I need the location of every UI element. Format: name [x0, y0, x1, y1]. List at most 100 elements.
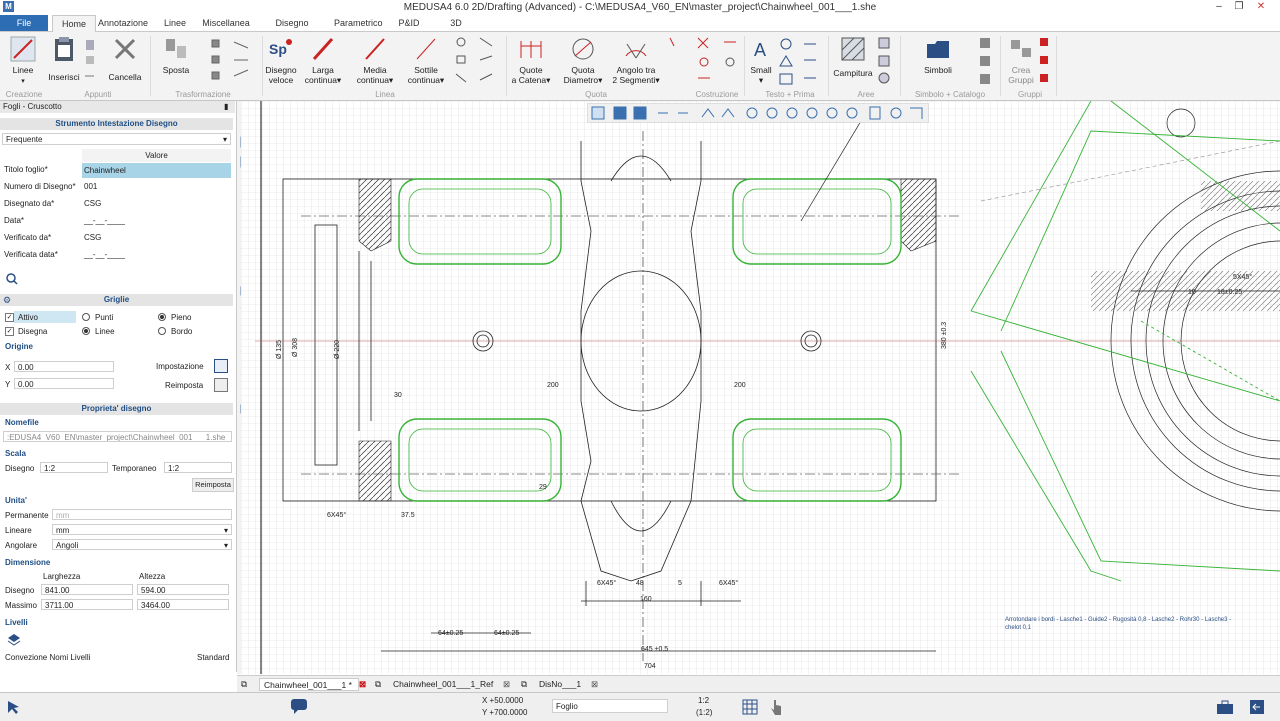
- field-value-highlight[interactable]: Chainwheel: [82, 163, 231, 178]
- pieno-radio[interactable]: [158, 313, 166, 321]
- campitura-button[interactable]: Campitura: [830, 34, 876, 78]
- scale-reset-button[interactable]: Reimposta: [192, 478, 234, 492]
- field-value[interactable]: 001: [84, 182, 97, 191]
- attivo-checkbox[interactable]: ✓: [5, 313, 14, 322]
- media-continua-button[interactable]: Media continua▾: [352, 34, 398, 85]
- geometry-tools-icons[interactable]: [452, 36, 502, 86]
- area-tools-icons[interactable]: [876, 36, 896, 86]
- tab-disno[interactable]: DisNo___1: [539, 678, 581, 691]
- drawing-width-input[interactable]: 841.00: [41, 584, 133, 595]
- punti-radio[interactable]: [82, 313, 90, 321]
- construction-tools-icons[interactable]: [664, 36, 744, 86]
- search-icon[interactable]: [6, 273, 18, 285]
- close-tab-icon[interactable]: ⊠: [503, 678, 510, 691]
- angular-units-dropdown[interactable]: Angoli ▾: [52, 539, 232, 550]
- catalog-tools-icons[interactable]: [976, 36, 998, 86]
- tab-home[interactable]: Home: [52, 15, 96, 32]
- close-window-button[interactable]: ✕: [1252, 0, 1270, 14]
- dim-label: 704: [644, 663, 656, 670]
- drawing-canvas[interactable]: 200 200 160 6X45° 48 5 6X45° 645 ±0.5 70…: [241, 101, 1280, 674]
- sottile-continua-button[interactable]: Sottile continua▾: [404, 34, 448, 85]
- frequency-dropdown-value: Frequente: [6, 135, 43, 144]
- tab-file[interactable]: File: [0, 15, 48, 31]
- massimo-label: Massimo: [5, 601, 38, 610]
- max-height-input[interactable]: 3464.00: [137, 599, 229, 610]
- layers-icon[interactable]: [7, 633, 21, 647]
- sposta-button[interactable]: Sposta: [156, 34, 196, 75]
- linee-button[interactable]: Linee ▾: [6, 34, 40, 87]
- group-label-appunti: Appunti: [84, 90, 112, 99]
- drawing-svg[interactable]: 200 200 160 6X45° 48 5 6X45° 645 ±0.5 70…: [241, 101, 1280, 674]
- angolo-button[interactable]: Angolo tra 2 Segmenti▾: [612, 34, 660, 85]
- tab-chainwheel[interactable]: Chainwheel_001___1 *: [259, 678, 359, 691]
- tab-disegno-meccanico[interactable]: Disegno Meccanico: [254, 15, 330, 44]
- tab-annotazione[interactable]: Annotazione: [97, 15, 149, 31]
- quote-a-catena-button[interactable]: Quote a Catena▾: [510, 34, 552, 85]
- grid-snap-icon[interactable]: [742, 699, 758, 715]
- grids-header[interactable]: Griglie: [0, 294, 233, 306]
- linee-label: Linee: [95, 327, 115, 336]
- text-tools-icons[interactable]: [776, 36, 826, 86]
- dim-label: 18±0.25: [1217, 289, 1242, 296]
- title-tool-header[interactable]: Strumento Intestazione Disegno: [0, 118, 233, 130]
- copy-cut-icons[interactable]: [84, 40, 96, 82]
- drawing-properties-header[interactable]: Proprieta' disegno: [0, 403, 233, 415]
- field-value[interactable]: __-__-____: [84, 216, 125, 225]
- quote-catena-label-2: a Catena: [511, 75, 547, 85]
- dim-label: 645 ±0.5: [641, 646, 668, 653]
- field-value[interactable]: __-__-____: [84, 250, 125, 259]
- disegno-veloce-button[interactable]: Sp Disegno veloce: [264, 34, 298, 85]
- exit-panel-icon[interactable]: [1248, 698, 1266, 716]
- origin-y-input[interactable]: 0.00: [14, 378, 114, 389]
- toolbox-icon[interactable]: [1216, 699, 1234, 715]
- close-tab-icon[interactable]: ⊠: [359, 678, 366, 691]
- tab-3d[interactable]: 3D: [444, 15, 468, 31]
- simboli-button[interactable]: Simboli: [914, 34, 962, 75]
- origin-x-input[interactable]: 0.00: [14, 361, 114, 372]
- linee-radio[interactable]: [82, 327, 90, 335]
- close-tab-icon[interactable]: ⊠: [591, 678, 598, 691]
- maximize-button[interactable]: ❐: [1230, 0, 1248, 14]
- linear-units-dropdown[interactable]: mm ▾: [52, 524, 232, 535]
- small-text-button[interactable]: A Small ▾: [746, 34, 776, 85]
- transform-tools-icons[interactable]: [208, 38, 262, 86]
- group-label-linea: Linea: [375, 90, 395, 99]
- disegno-veloce-label-1: Disegno: [265, 65, 297, 75]
- tab-linee[interactable]: Linee: [157, 15, 193, 31]
- max-width-input[interactable]: 3711.00: [41, 599, 133, 610]
- larga-continua-button[interactable]: Larga continua▾: [302, 34, 344, 85]
- field-value[interactable]: CSG: [84, 199, 101, 208]
- inserisci-button[interactable]: Inserisci: [46, 34, 82, 82]
- field-value[interactable]: CSG: [84, 233, 101, 242]
- chat-icon[interactable]: [290, 698, 308, 714]
- bordo-radio[interactable]: [158, 327, 166, 335]
- cursor-arrow-icon[interactable]: [6, 699, 22, 715]
- standard-value[interactable]: Standard: [197, 653, 229, 662]
- crea-gruppi-button[interactable]: Crea Gruppi: [1004, 34, 1038, 85]
- view-tool-icons[interactable]: [588, 104, 928, 122]
- layer-field[interactable]: Foglio: [552, 699, 668, 713]
- filename-field[interactable]: :EDUSA4_V60_EN\master_project\Chainwheel…: [3, 431, 232, 442]
- group-tools-icons[interactable]: [1038, 36, 1052, 86]
- delete-icon: [114, 38, 136, 60]
- larghezza-label: Larghezza: [43, 572, 81, 581]
- drawing-height-input[interactable]: 594.00: [137, 584, 229, 595]
- x-label: X: [5, 363, 11, 372]
- minimize-button[interactable]: –: [1210, 0, 1228, 14]
- grid-reset-button[interactable]: [214, 378, 228, 392]
- grid-settings-button[interactable]: [214, 359, 228, 373]
- tab-chainwheel-ref[interactable]: Chainwheel_001___1_Ref: [393, 678, 493, 691]
- frequency-dropdown[interactable]: Frequente ▾: [2, 133, 231, 145]
- drawing-scale-input[interactable]: 1:2: [40, 462, 108, 473]
- disegna-checkbox[interactable]: ✓: [5, 327, 14, 336]
- cancella-button[interactable]: Cancella: [104, 34, 146, 82]
- tab-pid[interactable]: P&ID: [394, 15, 424, 31]
- temporary-scale-input[interactable]: 1:2: [164, 462, 232, 473]
- pin-icon[interactable]: ▮: [224, 102, 228, 111]
- chevron-down-icon: ▾: [222, 135, 227, 144]
- pointer-icon[interactable]: [768, 698, 784, 716]
- quota-diametro-button[interactable]: Quota Diametro▾: [560, 34, 606, 85]
- tab-parametrico[interactable]: Parametrico: [334, 15, 383, 31]
- tab-miscellanea[interactable]: Miscellanea: [200, 15, 252, 31]
- ribbon-tabs: File Home Annotazione Linee Miscellanea …: [0, 15, 1280, 44]
